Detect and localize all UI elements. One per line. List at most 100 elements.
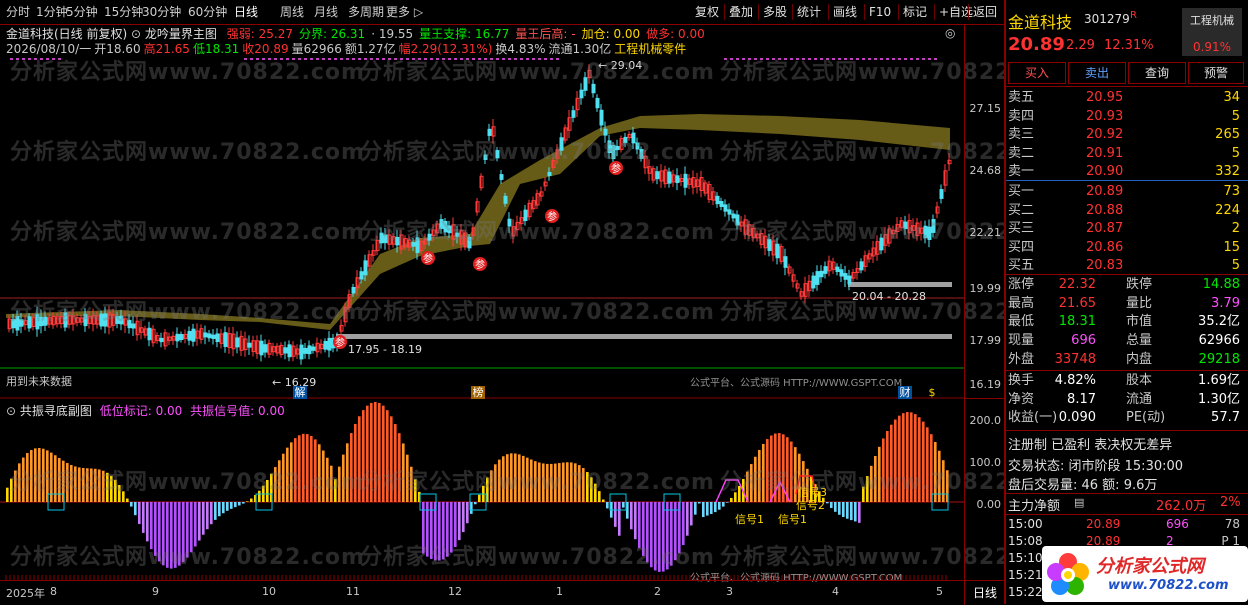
toolbar-right-item-1[interactable]: 叠加 xyxy=(726,3,756,21)
histogram-bar xyxy=(22,457,25,502)
candle-body xyxy=(263,344,268,353)
toolbar-item-3[interactable]: 15分钟 xyxy=(104,4,143,20)
dot-mark xyxy=(424,58,427,60)
bid-row-3[interactable]: 买四 20.86 15 xyxy=(1008,238,1244,257)
histogram-bar xyxy=(574,463,577,502)
ask-row-1[interactable]: 卖四 20.93 5 xyxy=(1008,107,1244,126)
tag-dollar[interactable]: $ xyxy=(926,386,938,399)
dot-mark xyxy=(490,58,493,60)
list-icon[interactable]: ▤ xyxy=(1074,496,1084,509)
industry-box[interactable]: 工程机械 0.91% xyxy=(1182,8,1242,56)
candle-body xyxy=(639,149,644,159)
toolbar-item-8[interactable]: 月线 xyxy=(314,4,338,20)
toolbar-item-7[interactable]: 周线 xyxy=(280,4,304,20)
candle-body xyxy=(879,237,884,251)
toolbar-item-1[interactable]: 1分钟 xyxy=(36,4,68,20)
dot-mark xyxy=(280,58,283,60)
histogram-bar xyxy=(942,460,945,502)
dot-mark xyxy=(304,58,307,60)
bid-row-4[interactable]: 买五 20.83 5 xyxy=(1008,256,1244,275)
toolbar-item-6[interactable]: 日线 xyxy=(234,4,258,20)
ohlc-field-2: 高21.65 xyxy=(143,42,190,56)
dot-mark xyxy=(538,58,541,60)
candle-body xyxy=(379,232,384,244)
dot-mark xyxy=(250,58,253,60)
bid-row-0[interactable]: 买一 20.89 73 xyxy=(1008,182,1244,201)
candle-body xyxy=(635,142,640,150)
toolbar-right-item-4[interactable]: 画线 xyxy=(830,3,860,21)
time-axis[interactable]: 2025年 8 9 10 11 12 1 2 3 4 5 xyxy=(0,580,964,605)
ask-row-2[interactable]: 卖三 20.92 265 xyxy=(1008,125,1244,144)
toolbar-item-10[interactable]: 更多 ▷ xyxy=(386,4,423,20)
chart-settings-icon[interactable]: ◎ xyxy=(945,26,955,40)
histogram-bar xyxy=(650,502,653,568)
histogram-bar xyxy=(534,461,537,502)
histogram-bar xyxy=(902,413,905,502)
price-tick-5: 16.19 xyxy=(969,378,1002,391)
ask-row-4[interactable]: 卖一 20.90 332 xyxy=(1008,162,1244,181)
sell-button[interactable]: 卖出 xyxy=(1068,62,1126,84)
ask-volume: 34 xyxy=(1223,90,1240,105)
stat-label-a: 现量 xyxy=(1008,333,1035,349)
buy-button[interactable]: 买入 xyxy=(1008,62,1066,84)
histogram-bar xyxy=(762,443,765,502)
industry-pct: 0.91% xyxy=(1192,40,1232,54)
dot-mark xyxy=(412,58,415,60)
candle-body xyxy=(847,275,852,285)
candle-body xyxy=(63,312,68,328)
indicator-value-0: 强弱: 25.27 xyxy=(226,27,293,41)
stat-value-a: 0.090 xyxy=(1058,410,1096,426)
histogram-bar xyxy=(786,437,789,502)
tag-cai[interactable]: 财 xyxy=(898,386,912,399)
histogram-bar xyxy=(94,468,97,502)
candle-body xyxy=(99,313,104,327)
sub-indicator-title[interactable]: 共振寻底副图 xyxy=(20,404,92,418)
toolbar-item-5[interactable]: 60分钟 xyxy=(188,4,227,20)
toolbar-item-0[interactable]: 分时 xyxy=(6,4,30,20)
candle-body xyxy=(839,269,844,277)
dot-mark xyxy=(454,58,457,60)
can-marker-label: 参 xyxy=(335,336,345,349)
toolbar-right-item-6[interactable]: 标记 xyxy=(900,3,930,21)
histogram-bar xyxy=(562,462,565,502)
histogram-bar xyxy=(854,502,857,522)
dot-mark xyxy=(274,58,277,60)
period-label[interactable]: 日线 xyxy=(964,580,1005,605)
bid-row-2[interactable]: 买三 20.87 2 xyxy=(1008,219,1244,238)
histogram-bar xyxy=(98,469,101,502)
ask-row-3[interactable]: 卖二 20.91 5 xyxy=(1008,144,1244,163)
bid-row-1[interactable]: 买二 20.88 224 xyxy=(1008,201,1244,220)
toolbar-right-item-0[interactable]: 复权 xyxy=(692,3,722,21)
histogram-bar xyxy=(586,472,589,502)
dot-mark xyxy=(928,58,931,60)
ask-row-0[interactable]: 卖五 20.95 34 xyxy=(1008,88,1244,107)
toolbar-item-4[interactable]: 30分钟 xyxy=(142,4,181,20)
indicator-value-5: 加仓: 0.00 xyxy=(581,27,641,41)
histogram-bar xyxy=(618,502,621,536)
toolbar-right-item-8[interactable]: 返回 xyxy=(970,3,1000,21)
alert-button[interactable]: 预警 xyxy=(1188,62,1244,84)
dot-mark xyxy=(838,58,841,60)
price-axis[interactable]: 27.15 24.68 22.21 19.99 17.99 16.19 200.0 100.0… xyxy=(964,24,1005,580)
toolbar-right-item-5[interactable]: F10 xyxy=(866,3,894,21)
query-button[interactable]: 查询 xyxy=(1128,62,1186,84)
sub-indicator-circle-icon[interactable]: ⊙ xyxy=(6,404,16,418)
chart-area[interactable]: 参参参参参 金道科技(日线 前复权) ⊙ 龙吟量界主图 强弱: 25.27 分界:… xyxy=(0,24,964,584)
tick-row[interactable]: 15:00 20.89 696 78 xyxy=(1008,516,1244,533)
candle-body xyxy=(579,89,584,99)
time-tick-4: 11 xyxy=(346,585,360,598)
toolbar-item-9[interactable]: 多周期 xyxy=(348,4,384,20)
toolbar-right-item-3[interactable]: 统计 xyxy=(794,3,824,21)
histogram-bar xyxy=(554,463,557,502)
tag-bang[interactable]: 榜 xyxy=(471,386,485,399)
tick-time: 15:10 xyxy=(1008,551,1043,565)
candle-body xyxy=(159,337,164,343)
indicator-circle-icon[interactable]: ⊙ xyxy=(131,27,141,41)
price-change: 2.29 xyxy=(1066,38,1095,53)
dot-mark xyxy=(916,58,919,60)
toolbar-right-item-2[interactable]: 多股 xyxy=(760,3,790,21)
indicator-title[interactable]: 龙吟量界主图 xyxy=(145,27,217,41)
tag-jie[interactable]: 解 xyxy=(293,386,307,399)
dot-mark xyxy=(310,58,313,60)
toolbar-item-2[interactable]: 5分钟 xyxy=(66,4,98,20)
